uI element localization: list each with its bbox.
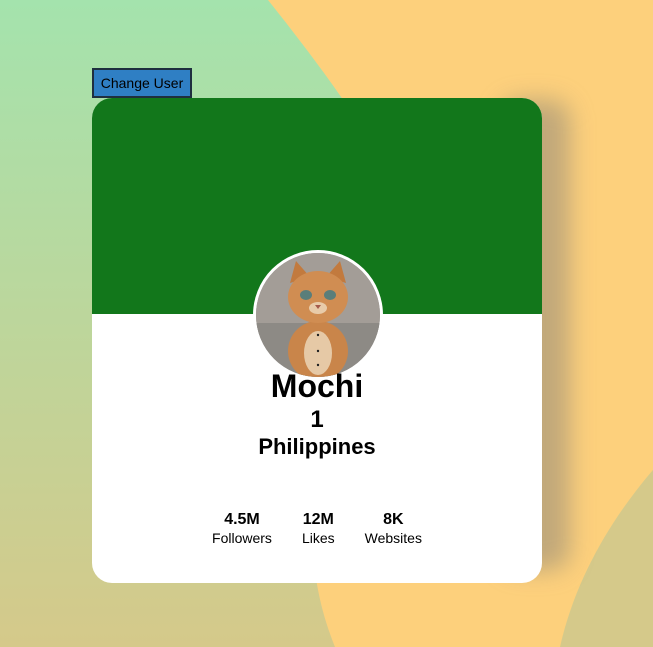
change-user-button[interactable]: Change User — [92, 68, 192, 98]
stat-label: Likes — [301, 530, 335, 546]
profile-stats: 4.5M Followers 12M Likes 8K Websites — [92, 510, 542, 546]
cat-avatar-icon — [256, 253, 380, 377]
avatar — [253, 250, 383, 380]
stat-value: 12M — [302, 511, 334, 528]
stat-label: Followers — [212, 530, 272, 546]
stat-label: Websites — [364, 530, 422, 546]
stat-followers: 4.5M Followers — [212, 510, 272, 546]
page-background: Change User Mochi 1 Philippines 4.5M Fol… — [0, 0, 653, 647]
profile-name: Mochi — [270, 368, 364, 404]
stat-value: 4.5M — [224, 511, 260, 528]
profile-country: Philippines — [258, 434, 376, 459]
stat-websites: 8K Websites — [365, 510, 422, 546]
profile-rank: 1 — [310, 406, 324, 433]
stat-likes: 12M Likes — [302, 510, 335, 546]
stat-value: 8K — [383, 511, 404, 528]
profile-card: Mochi 1 Philippines 4.5M Followers 12M L… — [92, 98, 542, 583]
